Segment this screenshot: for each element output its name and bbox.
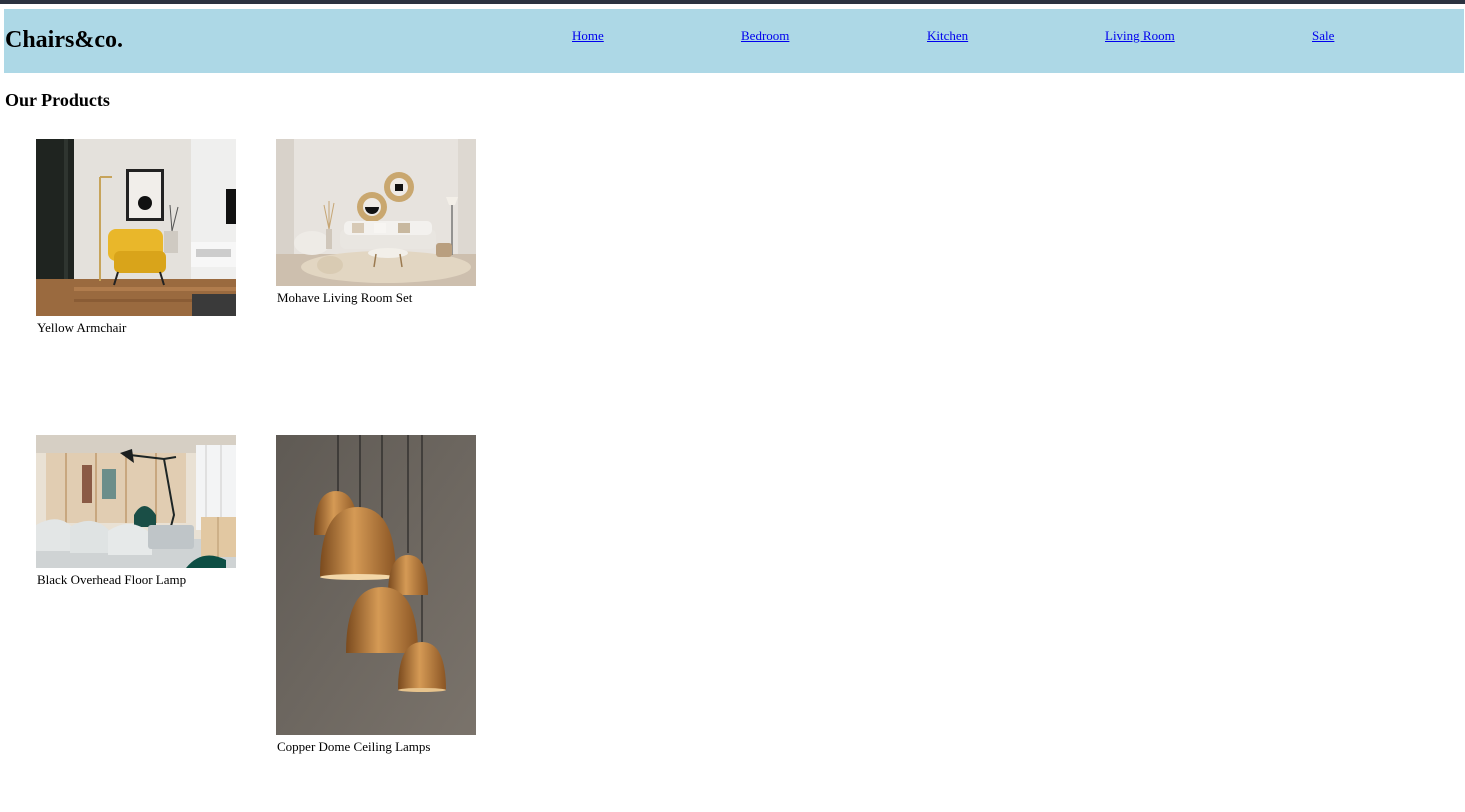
- page-title: Our Products: [5, 90, 110, 110]
- product-name[interactable]: Mohave Living Room Set: [277, 290, 476, 306]
- nav-link-home[interactable]: Home: [572, 28, 604, 44]
- nav-link-kitchen[interactable]: Kitchen: [927, 28, 968, 44]
- product-image[interactable]: [276, 435, 476, 735]
- nav-link-living-room[interactable]: Living Room: [1105, 28, 1175, 44]
- nav-link-sale[interactable]: Sale: [1312, 28, 1334, 44]
- nav-link-bedroom[interactable]: Bedroom: [741, 28, 789, 44]
- site-logo[interactable]: Chairs&co.: [5, 26, 123, 54]
- product-image[interactable]: [36, 139, 236, 316]
- top-border: [0, 0, 1465, 4]
- product-card[interactable]: Yellow Armchair: [36, 139, 236, 336]
- product-card[interactable]: Black Overhead Floor Lamp: [36, 435, 236, 588]
- product-image[interactable]: [276, 139, 476, 286]
- product-card[interactable]: Copper Dome Ceiling Lamps: [276, 435, 476, 755]
- product-name[interactable]: Copper Dome Ceiling Lamps: [277, 739, 476, 755]
- product-name[interactable]: Black Overhead Floor Lamp: [37, 572, 236, 588]
- product-name[interactable]: Yellow Armchair: [37, 320, 236, 336]
- product-image[interactable]: [36, 435, 236, 568]
- product-card[interactable]: Mohave Living Room Set: [276, 139, 476, 306]
- site-header: Chairs&co. Home Bedroom Kitchen Living R…: [4, 9, 1464, 73]
